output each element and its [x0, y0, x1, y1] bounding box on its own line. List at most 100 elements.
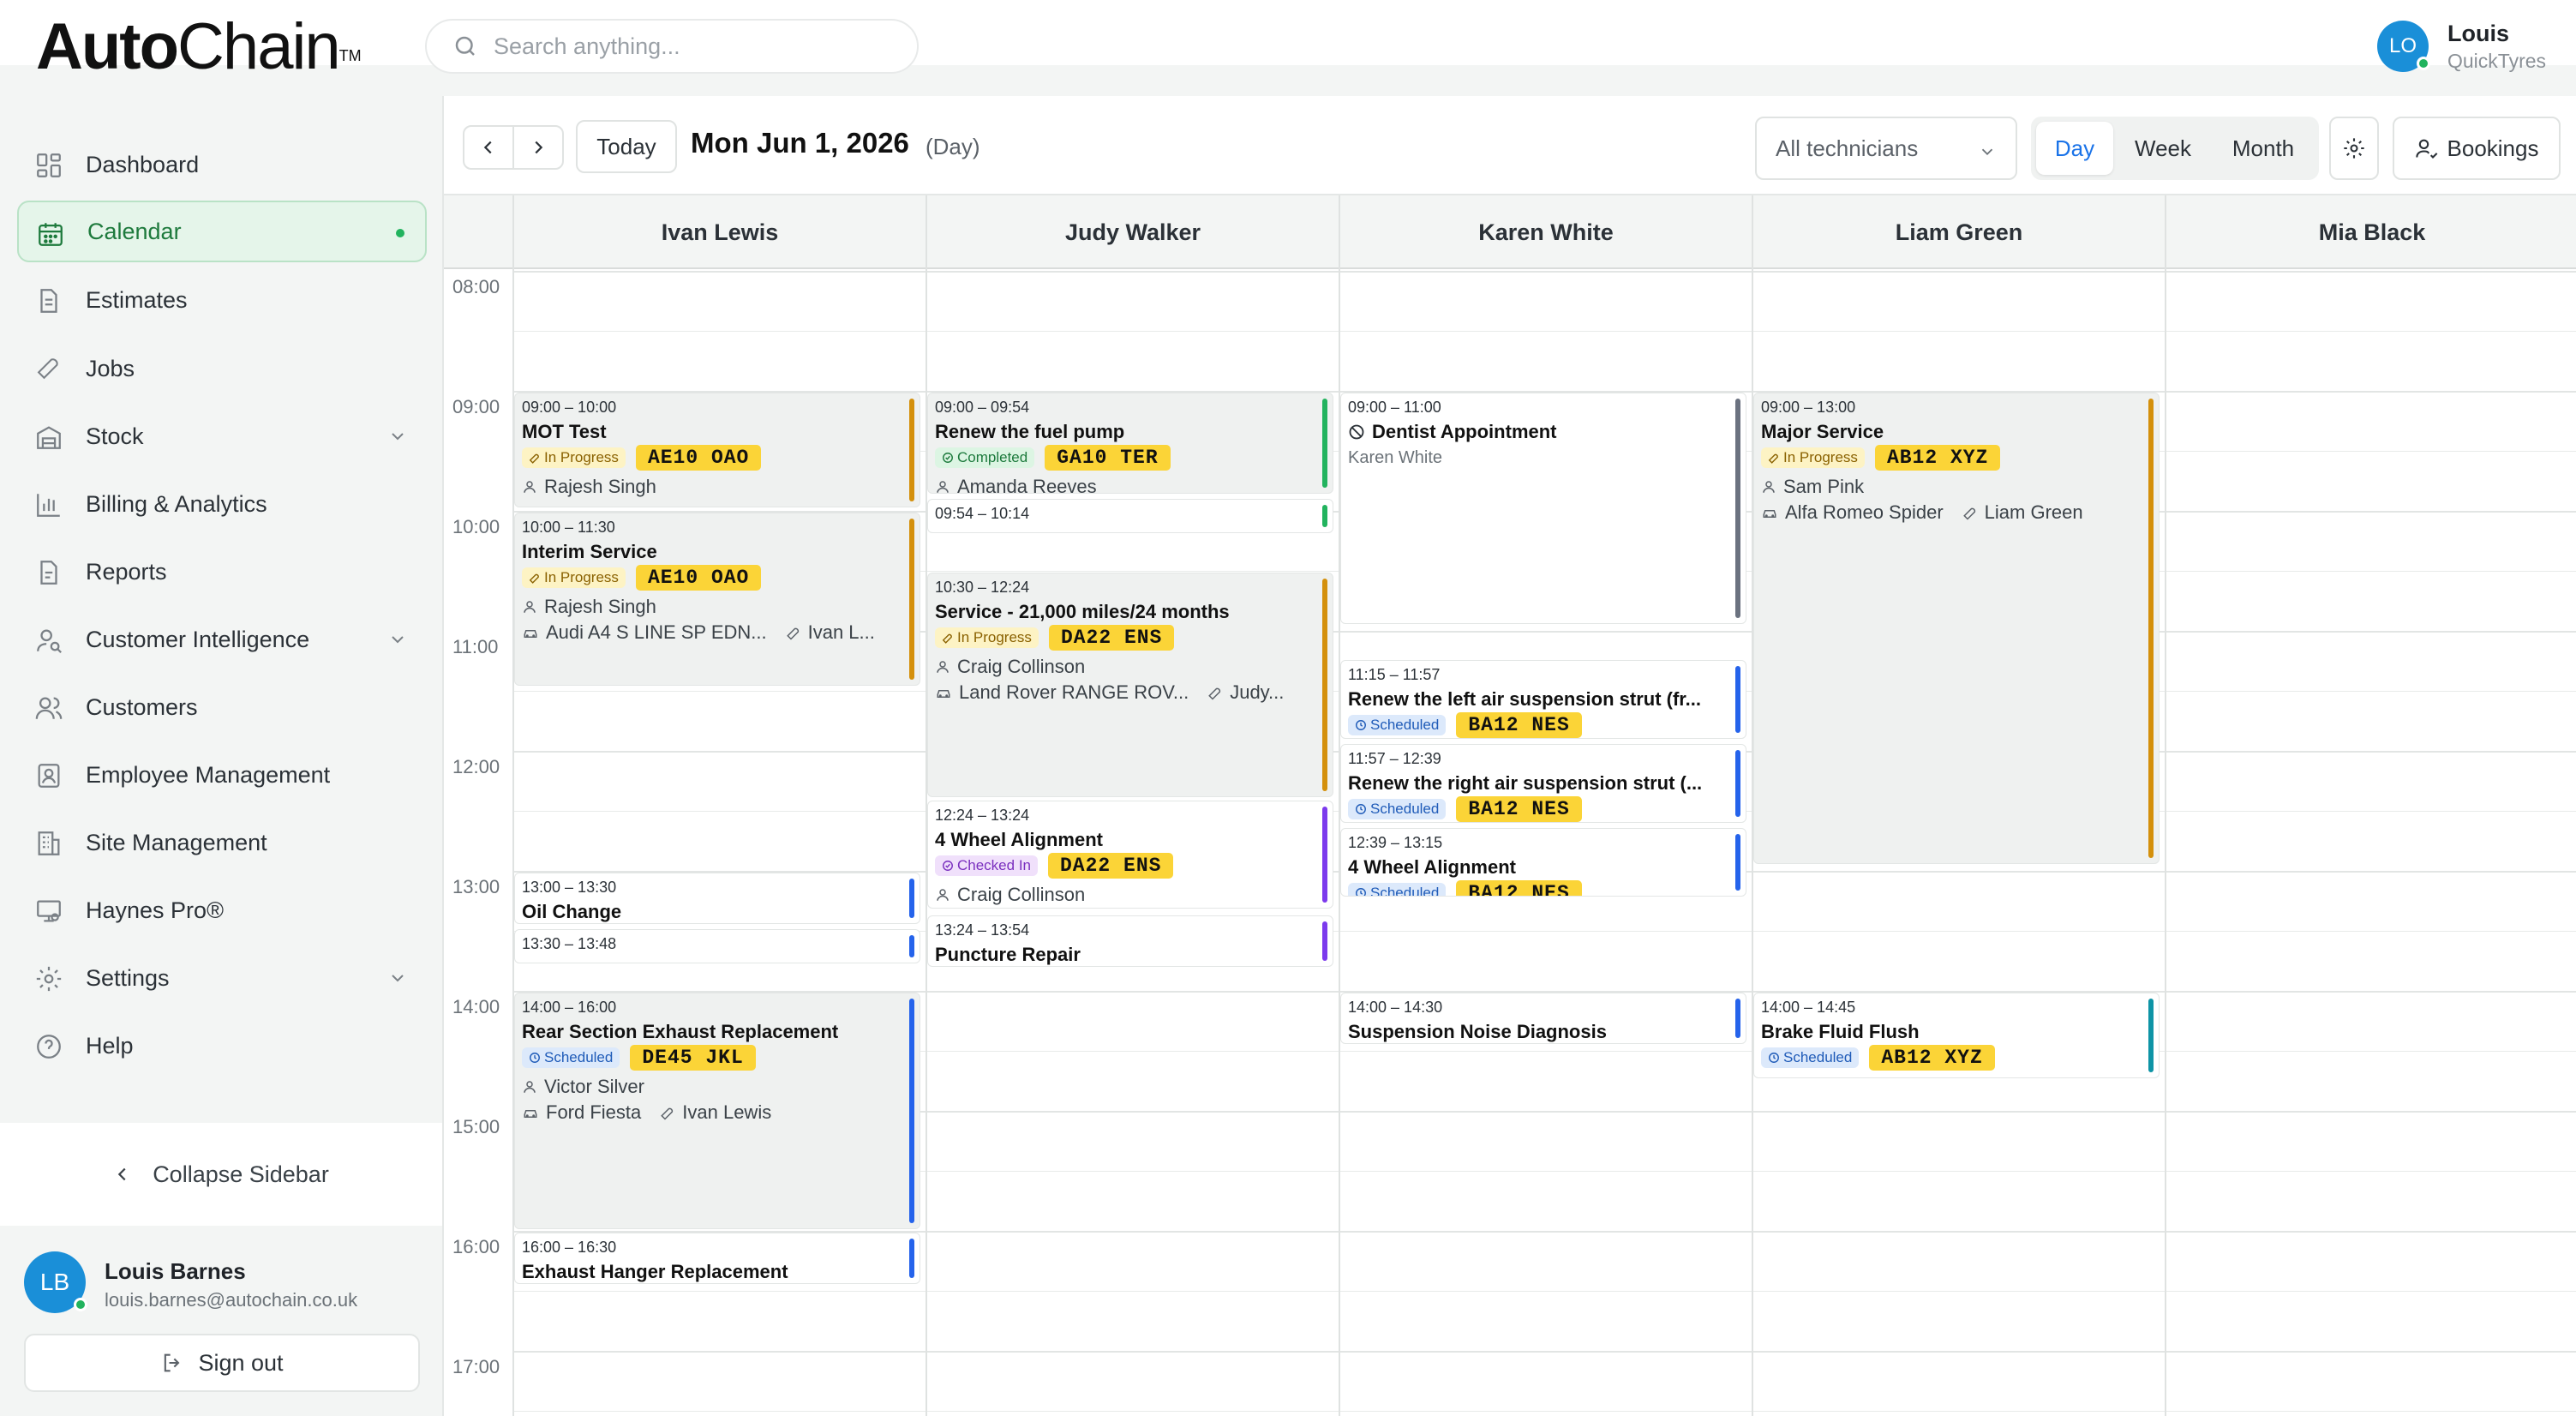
prev-day-button[interactable]: [463, 125, 514, 170]
user-icon: [524, 601, 536, 613]
sign-out-button[interactable]: Sign out: [24, 1334, 420, 1392]
sidebar-item-customers[interactable]: Customers: [17, 676, 427, 738]
appointment-card[interactable]: 13:24 – 13:54 Puncture Repair: [927, 915, 1333, 967]
autochain-logo[interactable]: AutoChainTM: [36, 12, 362, 82]
search-input[interactable]: [492, 32, 903, 61]
time-label: 12:00: [452, 756, 500, 777]
status-badge: In Progress: [522, 447, 626, 468]
sidebar-item-label: Calendar: [87, 218, 182, 244]
appointment-time: 13:30 – 13:48: [522, 935, 617, 952]
appointment-card[interactable]: 09:00 – 09:54 Renew the fuel pump Comple…: [927, 393, 1333, 494]
column-divider: [2165, 269, 2166, 1416]
status-bar: [2148, 399, 2154, 858]
calendar-grid: Ivan Lewis Judy Walker Karen White Liam …: [444, 195, 2576, 1416]
chevron-down-icon[interactable]: [387, 629, 408, 650]
avatar[interactable]: LB: [24, 1251, 87, 1313]
appointment-card[interactable]: 10:30 – 12:24 Service - 21,000 miles/24 …: [927, 573, 1333, 797]
clock-icon: [1356, 804, 1366, 814]
status-bar: [1322, 505, 1327, 527]
sidebar-item-estimates[interactable]: Estimates: [17, 269, 427, 331]
technician-name: Ivan Lewis: [682, 1101, 772, 1123]
appointment-time: 12:39 – 13:15: [1348, 834, 1443, 851]
sidebar-user-name: Louis Barnes: [105, 1258, 246, 1284]
avatar[interactable]: LO: [2377, 21, 2430, 72]
user-icon: [937, 481, 949, 493]
appointment-card[interactable]: 09:00 – 10:00 MOT Test In Progress AE10 …: [514, 393, 920, 507]
chevron-down-icon[interactable]: [387, 426, 408, 447]
status-badge: In Progress: [1761, 447, 1865, 468]
gear-icon: [36, 966, 62, 992]
status-badge: Scheduled: [1348, 715, 1447, 735]
appointment-title: Service - 21,000 miles/24 months: [935, 601, 1230, 622]
appointment-time: 11:15 – 11:57: [1348, 666, 1441, 683]
appointment-card[interactable]: 09:54 – 10:14: [927, 499, 1333, 533]
sidebar-item-billing-analytics[interactable]: Billing & Analytics: [17, 473, 427, 535]
status-bar: [1735, 750, 1740, 817]
sidebar-item-label: Site Management: [86, 829, 267, 855]
collapse-sidebar-button[interactable]: Collapse Sidebar: [0, 1123, 442, 1226]
view-tab-label: Month: [2232, 135, 2295, 161]
view-day-tab[interactable]: Day: [2036, 122, 2113, 175]
today-button[interactable]: Today: [576, 120, 677, 173]
sidebar-item-employee-management[interactable]: Employee Management: [17, 744, 427, 806]
appointment-card[interactable]: 13:00 – 13:30 Oil Change: [514, 873, 920, 924]
appointment-card[interactable]: 12:24 – 13:24 4 Wheel Alignment Checked …: [927, 801, 1333, 909]
appointment-title: Brake Fluid Flush: [1761, 1021, 1920, 1042]
top-bar: AutoChainTM LO Louis QuickTyres: [0, 0, 2576, 99]
user-check-icon: [2415, 139, 2437, 159]
appointment-card[interactable]: 14:00 – 14:45 Brake Fluid Flush Schedule…: [1753, 993, 2160, 1078]
appointment-card[interactable]: 10:00 – 11:30 Interim Service In Progres…: [514, 513, 920, 686]
appointment-card[interactable]: 12:39 – 13:15 4 Wheel Alignment Schedule…: [1340, 828, 1746, 897]
view-month-tab[interactable]: Month: [2213, 122, 2314, 175]
status-badge: In Progress: [935, 627, 1039, 648]
appointment-card[interactable]: 11:15 – 11:57 Renew the left air suspens…: [1340, 660, 1746, 739]
status-bar: [1735, 666, 1740, 733]
half-hour-line: [512, 1291, 2576, 1292]
bookings-button[interactable]: Bookings: [2393, 117, 2561, 180]
car-icon: [524, 630, 537, 638]
sidebar-user: LB Louis Barnes louis.barnes@autochain.c…: [0, 1226, 442, 1416]
registration-plate: AB12 XYZ: [1869, 1045, 1995, 1071]
sidebar-item-customer-intelligence[interactable]: Customer Intelligence: [17, 609, 427, 670]
appointment-card[interactable]: 14:00 – 16:00 Rear Section Exhaust Repla…: [514, 993, 920, 1229]
time-label: 09:00: [452, 396, 500, 417]
chevron-down-icon[interactable]: [387, 968, 408, 988]
calendar-settings-button[interactable]: [2329, 117, 2379, 180]
technician-column-header: Karen White: [1339, 195, 1752, 269]
wrench-icon: [529, 573, 539, 584]
time-label: 11:00: [452, 636, 499, 657]
calendar-icon: [39, 223, 63, 246]
sidebar-item-haynes-pro[interactable]: Haynes Pro®: [17, 879, 427, 941]
sidebar-item-dashboard[interactable]: Dashboard: [17, 134, 427, 195]
appointment-card[interactable]: 14:00 – 14:30 Suspension Noise Diagnosis: [1340, 993, 1746, 1044]
next-day-button[interactable]: [512, 125, 564, 170]
technician-name: Ivan Lewis: [661, 219, 779, 245]
time-label: 13:00: [452, 876, 500, 897]
technician-select[interactable]: All technicians: [1755, 117, 2017, 180]
search-box[interactable]: [425, 19, 919, 74]
blocked-time-card[interactable]: 09:00 – 11:00 Dentist Appointment Karen …: [1340, 393, 1746, 624]
status-bar: [909, 999, 914, 1223]
user-name: Louis: [2447, 21, 2509, 46]
sign-out-label: Sign out: [198, 1349, 284, 1376]
appointment-card[interactable]: 16:00 – 16:30 Exhaust Hanger Replacement: [514, 1233, 920, 1284]
sidebar-item-jobs[interactable]: Jobs: [17, 338, 427, 399]
sidebar-item-help[interactable]: Help: [17, 1015, 427, 1077]
sidebar-item-calendar[interactable]: Calendar: [17, 201, 427, 262]
view-week-tab[interactable]: Week: [2120, 122, 2206, 175]
appointment-card[interactable]: 11:57 – 12:39 Renew the right air suspen…: [1340, 744, 1746, 823]
warehouse-icon: [37, 426, 61, 449]
appointment-time: 10:00 – 11:30: [522, 519, 615, 536]
sidebar-item-stock[interactable]: Stock: [17, 405, 427, 467]
appointment-card[interactable]: 13:30 – 13:48: [514, 929, 920, 963]
status-badge: In Progress: [522, 567, 626, 588]
appointment-card[interactable]: 09:00 – 13:00 Major Service In Progress …: [1753, 393, 2160, 864]
sidebar-item-settings[interactable]: Settings: [17, 947, 427, 1009]
appointment-time: 11:57 – 12:39: [1348, 750, 1441, 767]
appointment-time: 09:00 – 09:54: [935, 399, 1030, 416]
blocked-person: Karen White: [1348, 447, 1443, 467]
appointment-title: Rear Section Exhaust Replacement: [522, 1021, 839, 1042]
appointment-time: 14:00 – 14:45: [1761, 999, 1856, 1016]
sidebar-item-reports[interactable]: Reports: [17, 541, 427, 603]
sidebar-item-site-management[interactable]: Site Management: [17, 812, 427, 873]
